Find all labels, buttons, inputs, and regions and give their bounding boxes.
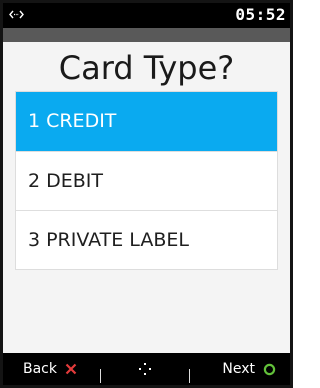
option-credit[interactable]: 1 CREDIT [16,92,277,151]
divider [189,369,190,383]
terminal-screen: 05:52 Card Type? 1 CREDIT 2 DEBIT 3 PRIVATE… [0,0,293,388]
status-bar: 05:52 [3,3,290,28]
option-number: 2 [28,170,41,192]
back-button-label: Back [23,361,57,377]
bottom-bar: Back Next [3,353,290,385]
option-label: CREDIT [46,110,117,132]
circle-icon [263,363,276,375]
option-debit[interactable]: 2 DEBIT [16,151,277,210]
option-private-label[interactable]: 3 PRIVATE LABEL [16,210,277,269]
option-label: PRIVATE LABEL [46,229,189,251]
move-dots-icon[interactable] [136,360,154,378]
divider [100,369,101,383]
header-band [3,28,290,42]
option-label: DEBIT [46,170,103,192]
back-button[interactable]: Back [23,353,77,385]
option-number: 1 [28,110,41,132]
card-type-list: 1 CREDIT 2 DEBIT 3 PRIVATE LABEL [15,91,278,270]
next-button-label: Next [222,361,255,377]
clock: 05:52 [235,5,286,24]
next-button[interactable]: Next [222,353,276,385]
page-title: Card Type? [58,49,235,87]
x-cross-icon [65,363,77,375]
arrows-left-right-icon [9,10,24,19]
option-number: 3 [28,229,41,251]
